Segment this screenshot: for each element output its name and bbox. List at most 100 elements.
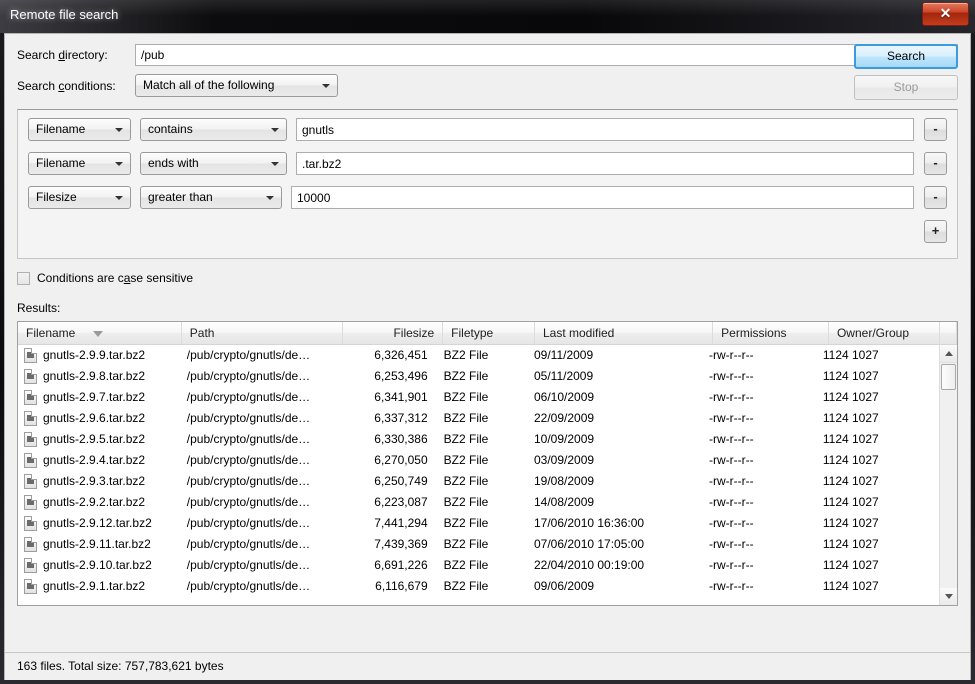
file-icon: [24, 579, 37, 594]
table-row[interactable]: gnutls-2.9.2.tar.bz2/pub/crypto/gnutls/d…: [18, 492, 940, 513]
cell-filetype: BZ2 File: [436, 450, 526, 471]
cell-filename: gnutls-2.9.5.tar.bz2: [18, 429, 179, 450]
cell-path: /pub/crypto/gnutls/de…: [179, 471, 337, 492]
condition-value-input-3[interactable]: [291, 186, 914, 209]
condition-operator-select-1[interactable]: contains: [140, 118, 287, 141]
condition-value-input-2[interactable]: [296, 152, 914, 175]
file-icon: [24, 432, 37, 447]
cell-modified: 14/08/2009: [526, 492, 701, 513]
case-sensitive-checkbox[interactable]: [17, 272, 30, 285]
title-bar[interactable]: Remote file search ✕: [0, 0, 975, 33]
sort-descending-icon: [93, 331, 103, 337]
stop-button-label: Stop: [894, 80, 919, 94]
column-header-filename[interactable]: Filename: [18, 322, 182, 344]
condition-operator-select-3[interactable]: greater than: [140, 186, 282, 209]
cell-filesize: 6,330,386: [337, 429, 436, 450]
scroll-down-button[interactable]: [940, 588, 957, 605]
results-vertical-scrollbar[interactable]: [939, 345, 957, 605]
cell-permissions: -rw-r--r--: [701, 471, 815, 492]
condition-field-select-1[interactable]: Filename: [28, 118, 131, 141]
cell-filename-label: gnutls-2.9.2.tar.bz2: [43, 492, 145, 513]
case-sensitive-label[interactable]: Conditions are case sensitive: [37, 271, 193, 285]
cell-permissions: -rw-r--r--: [701, 408, 815, 429]
column-header-path[interactable]: Path: [182, 322, 343, 344]
table-row[interactable]: gnutls-2.9.10.tar.bz2/pub/crypto/gnutls/…: [18, 555, 940, 576]
search-conditions-select[interactable]: Match all of the following: [135, 74, 338, 97]
condition-value-input-1[interactable]: [296, 118, 914, 141]
close-button[interactable]: ✕: [922, 2, 969, 26]
cell-path: /pub/crypto/gnutls/de…: [179, 366, 337, 387]
cell-filename: gnutls-2.9.12.tar.bz2: [18, 513, 179, 534]
minus-icon: -: [925, 187, 946, 208]
cell-modified: 06/10/2009: [526, 387, 701, 408]
cell-filesize: 7,441,294: [337, 513, 436, 534]
table-row[interactable]: gnutls-2.9.12.tar.bz2/pub/crypto/gnutls/…: [18, 513, 940, 534]
cell-path: /pub/crypto/gnutls/de…: [179, 408, 337, 429]
cell-filesize: 6,691,226: [337, 555, 436, 576]
column-header-owner-group[interactable]: Owner/Group: [829, 322, 940, 344]
table-row[interactable]: gnutls-2.9.7.tar.bz2/pub/crypto/gnutls/d…: [18, 387, 940, 408]
table-row[interactable]: gnutls-2.9.4.tar.bz2/pub/crypto/gnutls/d…: [18, 450, 940, 471]
cell-filetype: BZ2 File: [436, 534, 526, 555]
condition-field-value-2: Filename: [36, 156, 85, 170]
remove-condition-button-3[interactable]: -: [924, 186, 947, 209]
cell-filename: gnutls-2.9.4.tar.bz2: [18, 450, 179, 471]
cell-owner: 1124 1027: [815, 576, 924, 597]
condition-field-select-3[interactable]: Filesize: [28, 186, 131, 209]
condition-operator-value-1: contains: [148, 122, 193, 136]
cell-permissions: -rw-r--r--: [701, 345, 815, 366]
cell-filename-label: gnutls-2.9.4.tar.bz2: [43, 450, 145, 471]
cell-filename: gnutls-2.9.7.tar.bz2: [18, 387, 179, 408]
plus-icon: +: [925, 221, 946, 242]
cell-filename: gnutls-2.9.8.tar.bz2: [18, 366, 179, 387]
file-icon: [24, 369, 37, 384]
cell-filename: gnutls-2.9.6.tar.bz2: [18, 408, 179, 429]
search-directory-input[interactable]: [135, 44, 958, 66]
cell-modified: 05/11/2009: [526, 366, 701, 387]
add-condition-button[interactable]: +: [924, 220, 947, 243]
cell-filename-label: gnutls-2.9.5.tar.bz2: [43, 429, 145, 450]
scrollbar-thumb[interactable]: [941, 364, 956, 390]
dialog-content: Search directory: Search conditions: Mat…: [5, 34, 970, 652]
condition-field-value-3: Filesize: [36, 190, 77, 204]
condition-operator-value-3: greater than: [148, 190, 213, 204]
cell-permissions: -rw-r--r--: [701, 576, 815, 597]
cell-filesize: 6,253,496: [337, 366, 436, 387]
cell-filesize: 6,337,312: [337, 408, 436, 429]
cell-filename-label: gnutls-2.9.1.tar.bz2: [43, 576, 145, 597]
table-row[interactable]: gnutls-2.9.6.tar.bz2/pub/crypto/gnutls/d…: [18, 408, 940, 429]
conditions-panel: Filename contains - Filename: [17, 109, 958, 259]
table-row[interactable]: gnutls-2.9.1.tar.bz2/pub/crypto/gnutls/d…: [18, 576, 940, 597]
table-row[interactable]: gnutls-2.9.11.tar.bz2/pub/crypto/gnutls/…: [18, 534, 940, 555]
results-table: Filename Path Filesize Filetype Last mod…: [17, 321, 958, 606]
chevron-down-icon: [115, 128, 123, 132]
cell-filename: gnutls-2.9.3.tar.bz2: [18, 471, 179, 492]
cell-owner: 1124 1027: [815, 450, 924, 471]
column-header-filler: [940, 322, 957, 344]
cell-permissions: -rw-r--r--: [701, 429, 815, 450]
table-row[interactable]: gnutls-2.9.3.tar.bz2/pub/crypto/gnutls/d…: [18, 471, 940, 492]
column-header-filesize[interactable]: Filesize: [343, 322, 443, 344]
column-header-filetype[interactable]: Filetype: [443, 322, 535, 344]
cell-filetype: BZ2 File: [436, 555, 526, 576]
cell-filename: gnutls-2.9.1.tar.bz2: [18, 576, 179, 597]
column-header-permissions[interactable]: Permissions: [713, 322, 829, 344]
table-row[interactable]: gnutls-2.9.9.tar.bz2/pub/crypto/gnutls/d…: [18, 345, 940, 366]
cell-owner: 1124 1027: [815, 555, 924, 576]
cell-filesize: 6,223,087: [337, 492, 436, 513]
search-button[interactable]: Search: [854, 44, 958, 69]
condition-operator-select-2[interactable]: ends with: [140, 152, 287, 175]
cell-path: /pub/crypto/gnutls/de…: [179, 513, 337, 534]
scroll-up-button[interactable]: [940, 345, 957, 363]
table-row[interactable]: gnutls-2.9.8.tar.bz2/pub/crypto/gnutls/d…: [18, 366, 940, 387]
column-header-last-modified[interactable]: Last modified: [535, 322, 713, 344]
remove-condition-button-1[interactable]: -: [924, 118, 947, 141]
remote-file-search-window: Remote file search ✕ Search directory: S…: [0, 0, 975, 684]
cell-owner: 1124 1027: [815, 534, 924, 555]
cell-filename-label: gnutls-2.9.9.tar.bz2: [43, 345, 145, 366]
remove-condition-button-2[interactable]: -: [924, 152, 947, 175]
cell-filesize: 6,116,679: [337, 576, 436, 597]
table-row[interactable]: gnutls-2.9.5.tar.bz2/pub/crypto/gnutls/d…: [18, 429, 940, 450]
condition-field-select-2[interactable]: Filename: [28, 152, 131, 175]
case-sensitive-row: Conditions are case sensitive: [17, 271, 958, 285]
